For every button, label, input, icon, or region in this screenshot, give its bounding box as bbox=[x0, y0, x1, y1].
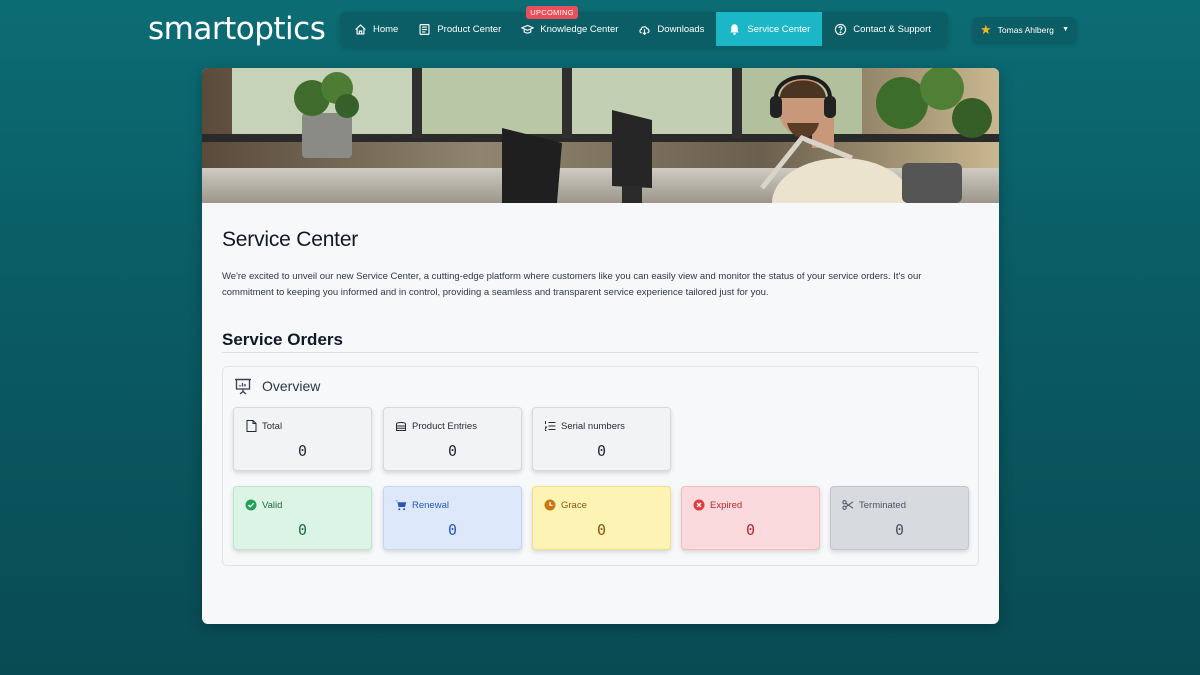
intro-text: We're excited to unveil our new Service … bbox=[222, 271, 922, 298]
list-numbered-icon bbox=[544, 420, 556, 432]
star-icon: ★ bbox=[980, 21, 992, 37]
check-circle-icon bbox=[245, 499, 257, 511]
user-menu-button[interactable]: ★ Tomas Ahlberg ▼ bbox=[973, 17, 1076, 42]
graduation-cap-icon bbox=[521, 24, 535, 34]
divider bbox=[222, 352, 979, 353]
stat-value: 0 bbox=[596, 442, 607, 460]
brand-logo[interactable]: smartoptics bbox=[148, 11, 326, 47]
main-nav: Home Product Center UPCOMING Knowledge C… bbox=[340, 6, 948, 46]
overview-title: Overview bbox=[262, 378, 321, 394]
stat-label: Valid bbox=[262, 499, 283, 511]
stat-card-expired[interactable]: Expired 0 bbox=[681, 486, 820, 550]
chevron-down-icon: ▼ bbox=[1062, 26, 1069, 33]
document-icon bbox=[245, 420, 257, 432]
nav-item-label: Contact & Support bbox=[853, 23, 931, 35]
stat-value: 0 bbox=[447, 521, 458, 539]
stat-value: 0 bbox=[447, 442, 458, 460]
nav-item-label: Home bbox=[373, 23, 399, 35]
nav-item-knowledge-center[interactable]: UPCOMING Knowledge Center bbox=[511, 6, 628, 46]
stat-label: Grace bbox=[561, 499, 587, 511]
nav-item-home[interactable]: Home bbox=[344, 12, 408, 46]
stat-label: Terminated bbox=[859, 499, 906, 511]
stat-label: Serial numbers bbox=[561, 420, 625, 432]
catalog-icon bbox=[419, 23, 430, 35]
stat-card-valid[interactable]: Valid 0 bbox=[233, 486, 372, 550]
server-icon bbox=[395, 420, 407, 432]
stat-card-serial-numbers[interactable]: Serial numbers 0 bbox=[532, 407, 671, 471]
stat-card-renewal[interactable]: Renewal 0 bbox=[383, 486, 522, 550]
stat-value: 0 bbox=[894, 521, 905, 539]
user-name: Tomas Ahlberg bbox=[997, 24, 1054, 35]
x-circle-icon bbox=[693, 499, 705, 511]
scissors-icon bbox=[842, 499, 854, 511]
nav-item-label: Product Center bbox=[437, 23, 502, 35]
stat-card-total[interactable]: Total 0 bbox=[233, 407, 372, 471]
stat-value: 0 bbox=[297, 521, 308, 539]
cart-icon bbox=[395, 499, 407, 511]
stat-value: 0 bbox=[596, 521, 607, 539]
stat-label: Expired bbox=[710, 499, 743, 511]
nav-item-label: Knowledge Center bbox=[540, 23, 619, 35]
nav-item-product-center[interactable]: Product Center bbox=[408, 12, 511, 46]
bell-icon bbox=[730, 23, 740, 35]
question-circle-icon bbox=[835, 23, 847, 35]
nav-item-downloads[interactable]: Downloads bbox=[628, 12, 714, 46]
page-title: Service Center bbox=[222, 228, 359, 251]
cloud-download-icon bbox=[639, 25, 650, 35]
nav-item-service-center[interactable]: Service Center bbox=[716, 12, 823, 46]
nav-item-label: Downloads bbox=[657, 23, 705, 35]
stat-value: 0 bbox=[745, 521, 756, 539]
home-icon bbox=[355, 23, 366, 35]
stat-card-terminated[interactable]: Terminated 0 bbox=[830, 486, 969, 550]
nav-item-label: Service Center bbox=[747, 23, 811, 35]
stat-value: 0 bbox=[297, 442, 308, 460]
main-card: Service Center We're excited to unveil o… bbox=[202, 68, 999, 624]
stat-card-grace[interactable]: Grace 0 bbox=[532, 486, 671, 550]
overview-header: Overview bbox=[234, 377, 320, 395]
stat-label: Total bbox=[262, 420, 283, 432]
stat-card-product-entries[interactable]: Product Entries 0 bbox=[383, 407, 522, 471]
hero-image bbox=[202, 68, 999, 203]
stat-label: Product Entries bbox=[412, 420, 477, 432]
upcoming-badge: UPCOMING bbox=[526, 6, 578, 19]
presentation-chart-icon bbox=[235, 378, 251, 395]
nav-item-contact-support[interactable]: Contact & Support bbox=[824, 12, 941, 46]
content: Service Center We're excited to unveil o… bbox=[222, 228, 979, 353]
overview-panel: Overview Total 0 Product Entries 0 Seria… bbox=[222, 366, 979, 566]
section-title-service-orders: Service Orders bbox=[222, 330, 343, 349]
stat-label: Renewal bbox=[412, 499, 449, 511]
clock-icon bbox=[544, 499, 556, 511]
